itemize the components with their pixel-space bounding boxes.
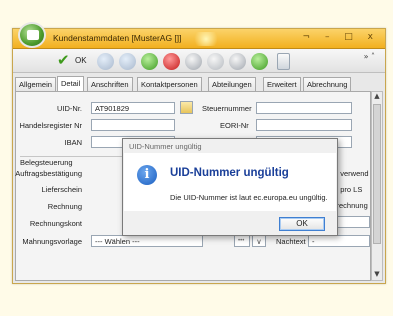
window-controls[interactable]: ¬ – □ x	[303, 32, 379, 42]
right-fragment-2: g pro LS	[334, 185, 363, 194]
tab-detail[interactable]: Detail	[57, 76, 85, 91]
rechnung-label: Rechnung	[47, 202, 82, 211]
checkmark-icon[interactable]: ✔	[57, 51, 70, 69]
tab-allgemein[interactable]: Allgemein	[15, 77, 56, 91]
auftrag-label: Auftragsbestätigung	[15, 169, 82, 178]
nachtext-input[interactable]: -	[308, 235, 370, 247]
document-icon[interactable]	[277, 53, 290, 70]
chevron-down-icon[interactable]: ∨	[252, 235, 266, 247]
delete-icon[interactable]	[163, 53, 180, 70]
steuernummer-input[interactable]	[256, 102, 352, 114]
toolbar-overflow-icon[interactable]: » ˄	[364, 52, 375, 61]
mahnungsvorlage-select[interactable]: --- Wählen ---	[91, 235, 203, 247]
cancel-icon[interactable]	[229, 53, 246, 70]
nachtext-label: Nachtext	[276, 237, 306, 246]
dialog-title: UID-Nummer ungültig	[129, 142, 202, 151]
window-title: Kundenstammdaten [MusterAG []]	[53, 33, 182, 43]
right-fragment-3: rrechnung	[334, 201, 368, 210]
eori-input[interactable]	[256, 119, 352, 131]
dialog-body: i UID-Nummer ungültig Die UID-Nummer ist…	[124, 153, 336, 211]
info-icon: i	[137, 165, 157, 185]
dialog-heading: UID-Nummer ungültig	[170, 167, 289, 179]
confirm-icon[interactable]	[251, 53, 268, 70]
tab-erweitert[interactable]: Erweitert	[263, 77, 301, 91]
uid-invalid-dialog: UID-Nummer ungültig i UID-Nummer ungülti…	[122, 138, 338, 236]
app-logo	[18, 22, 46, 48]
handelsregister-label: Handelsregister Nr	[19, 121, 82, 130]
toolbar: ✔ OK » ˄	[13, 49, 385, 73]
mahnungsvorlage-browse-button[interactable]: •••	[234, 235, 250, 247]
belegsteuerung-label: Belegsteuerung	[20, 158, 73, 167]
lieferschein-label: Lieferschein	[41, 185, 82, 194]
scroll-up-icon[interactable]: ▲	[372, 92, 382, 102]
handelsregister-input[interactable]	[91, 119, 175, 131]
uid-check-icon[interactable]	[180, 101, 193, 114]
tab-kontaktpersonen[interactable]: Kontaktpersonen	[137, 77, 202, 91]
mahnungsvorlage-label: Mahnungsvorlage	[22, 237, 82, 246]
eori-label: EORI-Nr	[220, 121, 249, 130]
tab-anschriften[interactable]: Anschriften	[87, 77, 133, 91]
dialog-ok-button[interactable]: OK	[279, 217, 325, 231]
tab-abteilungen[interactable]: Abteilungen	[208, 77, 256, 91]
right-side-input[interactable]	[334, 216, 370, 228]
title-sparkle	[191, 32, 221, 46]
search-icon[interactable]	[185, 53, 202, 70]
uid-label: UID-Nr.	[57, 104, 82, 113]
tab-strip: Allgemein Detail Anschriften Kontaktpers…	[15, 76, 383, 91]
right-fragment-1: e verwend	[334, 169, 369, 178]
ok-button-label[interactable]: OK	[75, 56, 87, 65]
scroll-thumb[interactable]	[373, 104, 381, 244]
back-arrow-icon[interactable]	[97, 53, 114, 70]
scroll-down-icon[interactable]: ▼	[372, 270, 382, 280]
dialog-message: Die UID-Nummer ist laut ec.europa.eu ung…	[170, 193, 328, 202]
uid-input[interactable]: AT901829	[91, 102, 175, 114]
iban-label: IBAN	[64, 138, 82, 147]
forward-arrow-icon[interactable]	[119, 53, 136, 70]
tab-abrechnung[interactable]: Abrechnung	[303, 77, 352, 91]
rechnungskonto-label: Rechnungskont	[29, 219, 82, 228]
add-icon[interactable]	[141, 53, 158, 70]
title-bar: Kundenstammdaten [MusterAG []] ¬ – □ x	[13, 29, 385, 49]
lock-icon[interactable]	[207, 53, 224, 70]
steuernummer-label: Steuernummer	[202, 104, 252, 113]
vertical-scrollbar[interactable]: ▲ ▼	[371, 91, 383, 281]
